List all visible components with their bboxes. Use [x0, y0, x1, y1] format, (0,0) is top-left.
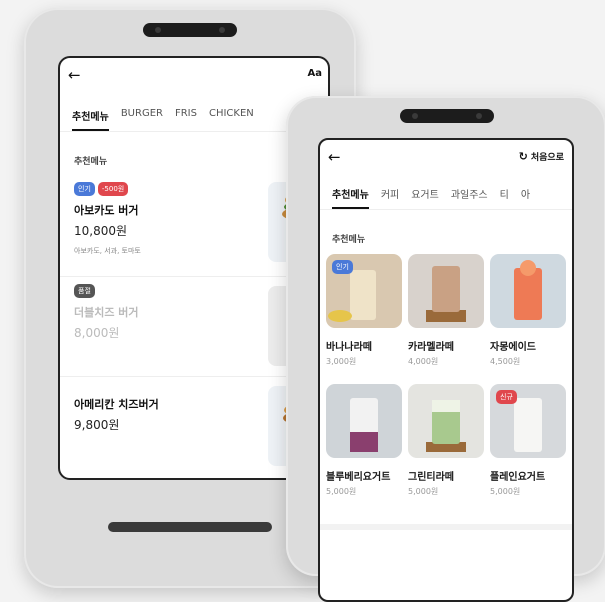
restart-label: 처음으로	[530, 153, 564, 163]
item-price: 9,800원	[74, 418, 120, 432]
top-bar: ← Aa	[60, 58, 328, 94]
item-name: 카라멜라떼	[408, 342, 454, 353]
divider	[320, 524, 572, 530]
item-price: 4,000원	[408, 357, 439, 366]
category-tabs: 추천메뉴 커피 요거트 과일주스 티 아	[320, 186, 572, 210]
item-price: 5,000원	[408, 487, 439, 496]
drink-image: 신규	[490, 384, 566, 458]
item-price: 5,000원	[490, 487, 521, 496]
restart-button[interactable]: ↻ 처음으로	[519, 150, 564, 163]
section-title: 추천메뉴	[74, 157, 108, 167]
drink-image: 인기	[326, 254, 402, 328]
tab-tea[interactable]: 티	[494, 186, 515, 209]
top-bar: ← ↻ 처음으로	[320, 140, 572, 176]
tab-recommended[interactable]: 추천메뉴	[66, 108, 115, 131]
menu-card-green-tea-latte[interactable]: 그린티라떼 5,000원	[408, 384, 486, 497]
menu-card-caramel-latte[interactable]: 카라멜라떼 4,000원	[408, 254, 486, 367]
section-title: 추천메뉴	[332, 235, 366, 245]
item-price: 10,800원	[74, 224, 128, 238]
refresh-icon: ↻	[518, 150, 528, 163]
text-size-button[interactable]: Aa	[308, 68, 323, 79]
item-name: 아보카도 버거	[74, 204, 139, 217]
item-name: 아메리칸 치즈버거	[74, 398, 159, 411]
new-badge: 신규	[496, 390, 517, 404]
back-arrow-icon[interactable]: ←	[328, 148, 341, 166]
item-name: 더블치즈 버거	[74, 306, 139, 319]
item-name: 블루베리요거트	[326, 472, 391, 483]
popular-badge: 인기	[74, 182, 95, 196]
tab-yogurt[interactable]: 요거트	[405, 186, 445, 209]
item-name: 그린티라떼	[408, 472, 454, 483]
item-price: 8,000원	[74, 326, 120, 340]
drink-menu-screen: ← ↻ 처음으로 추천메뉴 커피 요거트 과일주스 티 아 추천메뉴 인기 바나…	[318, 138, 574, 602]
tab-recommended[interactable]: 추천메뉴	[326, 186, 375, 209]
item-name: 바나나라떼	[326, 342, 372, 353]
home-indicator	[108, 522, 272, 532]
drink-image	[408, 384, 484, 458]
item-price: 5,000원	[326, 487, 357, 496]
front-device-frame: ← ↻ 처음으로 추천메뉴 커피 요거트 과일주스 티 아 추천메뉴 인기 바나…	[286, 96, 605, 602]
tab-fruit-juice[interactable]: 과일주스	[445, 186, 494, 209]
menu-card-grapefruit-ade[interactable]: 자몽에이드 4,500원	[490, 254, 568, 367]
item-name: 자몽에이드	[490, 342, 536, 353]
camera-notch	[143, 23, 237, 37]
tab-chicken[interactable]: CHICKEN	[203, 108, 260, 131]
menu-card-plain-yogurt[interactable]: 신규 플레인요거트 5,000원	[490, 384, 568, 497]
tab-fries[interactable]: FRIS	[169, 108, 203, 131]
item-name: 플레인요거트	[490, 472, 546, 483]
drink-image	[326, 384, 402, 458]
popular-badge: 인기	[332, 260, 353, 274]
drink-image	[408, 254, 484, 328]
discount-badge: -500원	[97, 182, 129, 196]
sold-out-badge: 품절	[74, 284, 95, 298]
tab-burger[interactable]: BURGER	[115, 108, 169, 131]
item-description: 아보카도, 서과, 토마토	[74, 247, 141, 255]
camera-notch	[400, 109, 494, 123]
back-arrow-icon[interactable]: ←	[68, 66, 81, 84]
drink-image	[490, 254, 566, 328]
item-price: 4,500원	[490, 357, 521, 366]
tab-more[interactable]: 아	[515, 186, 536, 209]
tab-coffee[interactable]: 커피	[375, 186, 405, 209]
item-price: 3,000원	[326, 357, 357, 366]
menu-card-blueberry-yogurt[interactable]: 블루베리요거트 5,000원	[326, 384, 404, 497]
menu-card-banana-latte[interactable]: 인기 바나나라떼 3,000원	[326, 254, 404, 367]
